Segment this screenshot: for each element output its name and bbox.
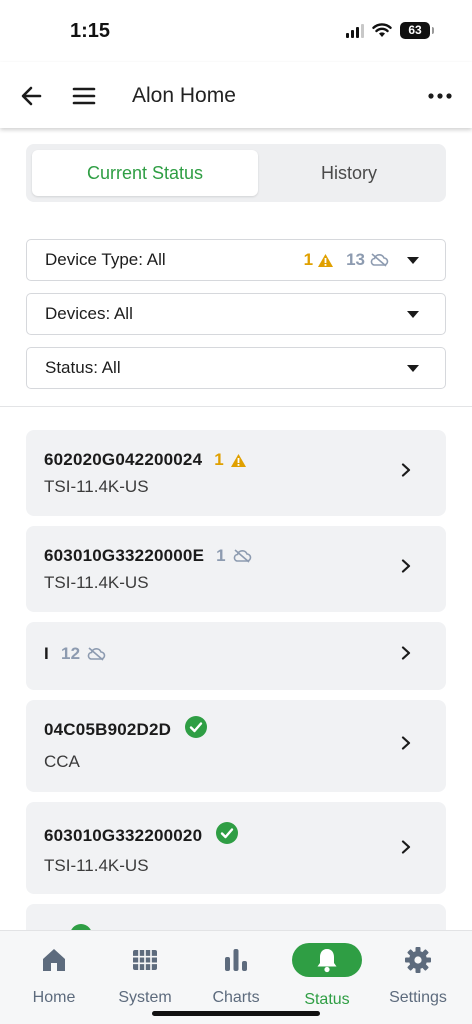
app-header: Alon Home: [0, 62, 472, 128]
device-title-row: 04C05B902D2D: [44, 716, 208, 740]
filter-summary-badges: 1 13: [304, 250, 389, 270]
bar-chart-icon: [225, 949, 247, 971]
cloud-offline-icon: [87, 647, 106, 661]
tab-history[interactable]: History: [258, 150, 440, 196]
tab-charts[interactable]: Charts: [191, 945, 281, 1007]
home-indicator: [152, 1011, 320, 1016]
device-model: TSI-11.4K-US: [44, 477, 149, 496]
status-dropdown[interactable]: Status: All: [26, 347, 446, 389]
device-model: TSI-11.4K-US: [44, 573, 149, 592]
device-type-dropdown[interactable]: Device Type: All 1 13: [26, 239, 446, 281]
bell-icon: [317, 949, 337, 973]
tab-settings[interactable]: Settings: [373, 945, 463, 1007]
status-bar: 1:15 63: [0, 0, 472, 62]
device-type-label: Device Type: All: [45, 250, 166, 269]
tab-charts-label: Charts: [212, 989, 260, 1006]
check-circle-icon: [216, 822, 239, 844]
device-name: I: [44, 644, 49, 663]
chevron-right-icon: [401, 559, 411, 573]
status-label: Status: All: [45, 358, 121, 377]
device-title-row: 603010G33220000E 1: [44, 546, 252, 566]
battery-icon: 63: [400, 22, 434, 39]
battery-level: 63: [408, 23, 422, 37]
tab-home-label: Home: [32, 989, 76, 1006]
chevron-down-icon: [407, 257, 419, 264]
device-title-row: 603010G332200020: [44, 822, 239, 846]
warning-icon: [318, 253, 334, 267]
warning-count: 1: [303, 250, 314, 269]
device-model: CCA: [44, 752, 80, 771]
offline-count: 12: [60, 644, 81, 663]
more-options-icon[interactable]: [426, 82, 454, 110]
chevron-right-icon: [401, 463, 411, 477]
chevron-right-icon: [401, 736, 411, 750]
hamburger-menu-icon[interactable]: [70, 82, 98, 110]
device-card[interactable]: 603010G332200020 TSI-11.4K-US: [26, 802, 446, 894]
tab-system-label: System: [118, 989, 172, 1006]
check-circle-icon: [185, 716, 208, 738]
back-arrow-icon[interactable]: [18, 82, 46, 110]
tab-status[interactable]: Status: [282, 943, 372, 1009]
device-name: 603010G33220000E: [44, 546, 205, 565]
device-model: TSI-11.4K-US: [44, 856, 149, 875]
tab-system[interactable]: System: [100, 945, 190, 1007]
status-segmented-control: Current Status History: [26, 144, 446, 202]
device-card[interactable]: 602020G042200024 1 TSI-11.4K-US: [26, 430, 446, 516]
device-card[interactable]: I 12: [26, 622, 446, 690]
device-card[interactable]: 603010G33220000E 1 TSI-11.4K-US: [26, 526, 446, 612]
tab-settings-label: Settings: [389, 989, 447, 1006]
status-time: 1:15: [70, 20, 111, 42]
warning-count: 1: [214, 450, 224, 469]
status-icons: 63: [346, 22, 434, 39]
cloud-offline-icon: [233, 549, 252, 563]
devices-dropdown[interactable]: Devices: All: [26, 293, 446, 335]
signal-icon: [346, 23, 364, 38]
tab-home[interactable]: Home: [9, 945, 99, 1007]
divider: [0, 406, 472, 407]
device-title-row: I 12: [44, 644, 106, 664]
page-title: Alon Home: [132, 84, 236, 107]
home-icon: [43, 949, 65, 971]
grid-icon: [133, 950, 157, 970]
cloud-offline-icon: [370, 253, 389, 267]
gear-icon: [405, 947, 431, 973]
device-name: 603010G332200020: [44, 826, 203, 845]
active-tab-pill: [292, 943, 362, 977]
device-title-row: 602020G042200024 1: [44, 450, 247, 470]
device-name: 602020G042200024: [44, 450, 203, 469]
chevron-right-icon: [401, 840, 411, 854]
warning-icon: [230, 453, 246, 467]
tab-current-status[interactable]: Current Status: [32, 150, 258, 196]
tab-status-label: Status: [304, 991, 350, 1008]
chevron-down-icon: [407, 365, 419, 372]
devices-label: Devices: All: [45, 304, 133, 323]
device-card[interactable]: 04C05B902D2D CCA: [26, 700, 446, 792]
wifi-icon: [372, 23, 392, 37]
bottom-tab-bar: Home System Charts Status Settings: [0, 930, 472, 1024]
device-name: 04C05B902D2D: [44, 720, 172, 739]
offline-count: 13: [346, 250, 365, 269]
chevron-right-icon: [401, 646, 411, 660]
offline-count: 1: [216, 546, 226, 565]
chevron-down-icon: [407, 311, 419, 318]
